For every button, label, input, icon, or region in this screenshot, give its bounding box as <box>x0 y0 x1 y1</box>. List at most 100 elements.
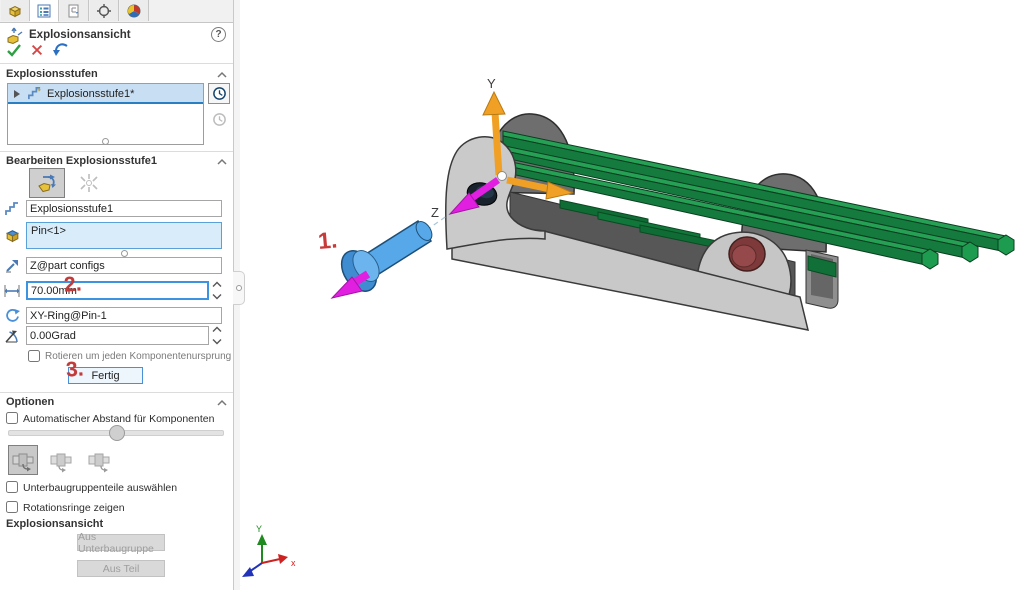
corner-z-arrowhead <box>242 567 254 577</box>
corner-z-label: z <box>240 578 241 588</box>
assembly-model[interactable] <box>446 114 1014 330</box>
select-subassembly-label: Unterbaugruppenteile auswählen <box>23 482 177 494</box>
property-manager-panel: Explosionsansicht ? Explosionsstufen <box>0 0 234 590</box>
divider <box>0 392 233 393</box>
panel-splitter-handle[interactable] <box>233 271 245 305</box>
clock-icon <box>212 86 227 101</box>
knob-face[interactable] <box>732 245 756 267</box>
auto-spacing-checkbox[interactable] <box>6 412 18 424</box>
tab-property-manager[interactable] <box>30 0 59 22</box>
splitter-dot <box>236 285 242 291</box>
rotation-axis-input[interactable] <box>26 307 222 324</box>
show-rotation-rings-label: Rotationsringe zeigen <box>23 502 125 514</box>
triad-z-label: Z <box>431 205 439 220</box>
tab-dimxpert-manager[interactable] <box>90 0 119 21</box>
options-section-header[interactable]: Optionen <box>6 396 54 408</box>
explode-distance-input[interactable] <box>26 281 209 300</box>
explode-step-row[interactable]: Explosionsstufe1* <box>8 84 203 104</box>
manager-tabstrip <box>0 0 233 23</box>
rotate-origin-label: Rotieren um jeden Komponentenursprung <box>45 351 231 362</box>
from-part-button: Aus Teil <box>77 560 165 577</box>
explode-direction-icon <box>4 258 20 274</box>
stages-section-header[interactable]: Explosionsstufen <box>6 68 98 80</box>
viewport-3d[interactable]: Y Z 1. Y <box>240 0 1024 590</box>
cancel-button[interactable] <box>30 43 44 57</box>
arrange-option-1-button[interactable] <box>8 445 38 475</box>
spinner-down-icon[interactable] <box>212 338 222 345</box>
distance-spinner[interactable] <box>212 281 224 300</box>
rotate-origin-checkbox[interactable] <box>28 350 40 362</box>
arrange-option-2-icon <box>48 447 74 473</box>
pencil-hex-end <box>998 235 1014 255</box>
translate-step-icon <box>35 171 59 195</box>
collapse-chevron-icon[interactable] <box>216 158 228 166</box>
feature-manager-icon <box>7 3 23 19</box>
corner-y-label: Y <box>256 524 262 534</box>
angle-spinner[interactable] <box>212 326 224 345</box>
divider <box>0 63 233 64</box>
resize-handle-dot[interactable] <box>102 138 109 145</box>
corner-y-arrowhead <box>257 534 267 545</box>
auto-spacing-label: Automatischer Abstand für Komponenten <box>23 413 214 425</box>
page-title: Explosionsansicht <box>29 29 131 41</box>
arrange-option-3-icon <box>86 447 112 473</box>
pencil-hex-end <box>962 242 978 262</box>
component-selection-box[interactable]: Pin<1> <box>26 222 222 249</box>
corner-x-label: x <box>291 558 296 568</box>
stage-name-input[interactable] <box>26 200 222 217</box>
tab-configuration-manager[interactable] <box>60 0 89 21</box>
undo-button[interactable] <box>52 42 70 58</box>
display-manager-icon <box>126 3 142 19</box>
corner-x-arrowhead <box>278 554 288 564</box>
reuse-step-button[interactable] <box>208 83 230 104</box>
select-subassembly-checkbox[interactable] <box>6 481 18 493</box>
property-manager-icon <box>36 3 52 19</box>
help-icon[interactable]: ? <box>211 27 226 42</box>
annotation-step-1: 1. <box>317 226 338 254</box>
explode-steps-list[interactable]: Explosionsstufe1* <box>7 83 204 145</box>
explosion-view-label: Explosionsansicht <box>6 518 103 530</box>
show-rotation-rings-checkbox[interactable] <box>6 501 18 513</box>
divider <box>0 151 233 152</box>
ok-button[interactable] <box>6 42 22 58</box>
spinner-up-icon[interactable] <box>212 281 222 288</box>
arrange-option-2-button[interactable] <box>46 445 76 475</box>
clock-disabled-icon <box>212 112 227 127</box>
explode-step-label: Explosionsstufe1* <box>47 88 134 100</box>
edit-section-header[interactable]: Bearbeiten Explosionsstufe1 <box>6 155 157 167</box>
graphics-area[interactable]: Y Z 1. Y <box>240 0 1024 590</box>
tab-feature-manager[interactable] <box>1 0 30 21</box>
arrange-option-1-icon <box>10 447 36 473</box>
collapse-chevron-icon[interactable] <box>216 71 228 79</box>
translate-step-button[interactable] <box>29 168 65 198</box>
explode-direction-input[interactable] <box>26 257 222 274</box>
configuration-manager-icon <box>66 3 82 19</box>
arrange-option-3-button[interactable] <box>84 445 114 475</box>
auto-spacing-slider-thumb[interactable] <box>109 425 125 441</box>
rotation-axis-icon <box>4 308 20 324</box>
pin-component[interactable] <box>332 219 435 298</box>
triad-y-label: Y <box>487 76 496 91</box>
pencil-hex-end <box>922 249 938 269</box>
explode-distance-icon <box>3 283 21 299</box>
tab-display-manager[interactable] <box>120 0 149 21</box>
solidworks-window: Explosionsansicht ? Explosionsstufen <box>0 0 1024 590</box>
done-button[interactable]: Fertig <box>68 367 143 384</box>
expand-arrow-icon[interactable] <box>13 90 21 98</box>
triad-y-axis[interactable] <box>495 112 499 175</box>
spinner-up-icon[interactable] <box>212 326 222 333</box>
resize-handle-dot[interactable] <box>121 250 128 257</box>
explode-step-icon <box>27 86 42 101</box>
from-subassembly-button: Aus Unterbaugruppe <box>77 534 165 551</box>
step-name-icon <box>4 201 20 217</box>
triad-y-arrowhead[interactable] <box>483 92 505 115</box>
rotation-angle-icon <box>3 327 21 345</box>
corner-triad: Y x z <box>240 524 296 588</box>
radial-step-button <box>71 168 107 198</box>
dimxpert-icon <box>96 3 112 19</box>
auto-spacing-slider[interactable] <box>8 430 224 436</box>
collapse-chevron-icon[interactable] <box>216 399 228 407</box>
rotation-angle-input[interactable] <box>26 326 209 345</box>
triad-origin-dot[interactable] <box>498 172 507 181</box>
spinner-down-icon[interactable] <box>212 293 222 300</box>
